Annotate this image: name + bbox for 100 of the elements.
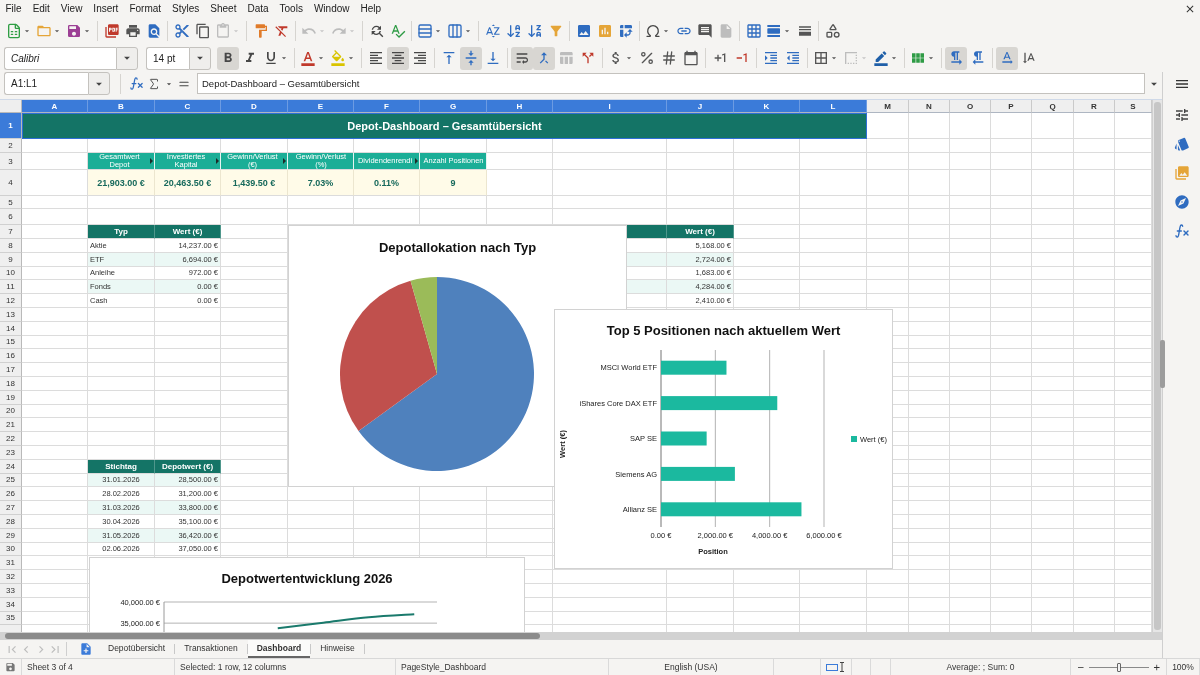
merge-center-button[interactable] [533,46,555,70]
menu-item[interactable]: View [55,1,88,16]
shapes-icon [824,22,841,39]
border-style-icon [843,50,859,66]
function-wizard-icon[interactable] [129,76,144,91]
horizontal-text-button[interactable] [996,46,1018,70]
sort-descending-icon [526,22,543,39]
menu-item[interactable]: Sheet [204,1,242,16]
menu-item[interactable]: File [0,1,28,16]
sheet-tab[interactable]: Dashboard [247,640,311,658]
column-header[interactable]: D [221,100,288,113]
function-icon[interactable] [1173,223,1190,239]
sheet-tab[interactable]: Hinweise [311,640,364,658]
column-header[interactable]: R [1074,100,1115,113]
menu-item[interactable]: Data [241,1,275,16]
align-center-button[interactable] [387,46,409,70]
scrollbar-thumb[interactable] [5,633,540,639]
paragraph-ltr-icon [948,50,964,66]
bar-chart-icon [596,22,613,39]
left-to-right-button[interactable] [945,46,967,70]
sum-icon[interactable] [147,76,161,91]
column-header[interactable]: F [354,100,420,113]
image-icon [575,22,592,39]
bold-button[interactable] [217,46,239,70]
selection-mode-icon[interactable] [826,662,845,672]
column-header[interactable]: Q [1032,100,1074,113]
column-header[interactable]: N [909,100,950,113]
columns-icon [447,22,463,39]
sheet-tab[interactable]: Depotübersicht [99,640,175,658]
align-bottom-icon [485,50,501,66]
speech-bubble-icon [696,22,713,39]
copy-icon [194,22,211,39]
column-header[interactable]: P [991,100,1032,113]
add-sheet-icon[interactable] [79,642,93,656]
kpi-value-cell: 7.03% [288,170,354,196]
legend-swatch-icon [851,436,857,442]
sort-ascending-icon [505,22,522,39]
text-horizontal-icon [999,50,1015,66]
status-text: PageStyle_Dashboard [401,662,487,672]
slider-thumb[interactable] [1116,662,1121,672]
text-vertical-icon [1021,50,1037,66]
stacked-rows-icon [766,22,782,39]
horizontal-scrollbar[interactable] [0,632,1162,640]
pdf-icon [103,22,120,39]
column-header[interactable]: E [288,100,354,113]
font-name-field[interactable]: Calibri [4,46,116,70]
row-header[interactable]: 1 [0,113,22,139]
spreadsheet-file-icon [6,22,22,39]
sliders-icon[interactable] [1173,107,1190,123]
font-size-field[interactable]: 14 pt [146,46,189,70]
bar [661,360,727,375]
status-text: English (USA) [664,662,718,672]
grid-icon [745,22,762,39]
column-header[interactable]: C [155,100,221,113]
sheet-tab[interactable]: Transaktionen [175,640,247,658]
column-header[interactable]: M [867,100,909,113]
styles-icon[interactable] [1173,136,1190,152]
kpi-value-cell: 0.11% [354,170,420,196]
status-text: 100% [1172,662,1194,672]
menu-item[interactable]: Edit [27,1,56,16]
border-all-icon [813,50,829,66]
split-arrows-icon [580,50,596,66]
menu-item[interactable]: Window [308,1,355,16]
compass-icon[interactable] [1173,194,1190,210]
table-header-cell: Wert (€) [155,225,221,239]
wrap-text-button[interactable] [511,46,533,70]
sidebar-handle[interactable] [1160,340,1165,388]
bar [661,431,707,446]
status-text: Sheet 3 of 4 [27,662,73,672]
menu-item[interactable]: Styles [166,1,205,16]
hash-icon [661,50,677,66]
name-box-field[interactable]: A1:L1 [4,72,88,95]
column-header[interactable]: S [1115,100,1152,113]
percent-icon [639,50,655,66]
column-header[interactable]: J [667,100,734,113]
status-text: Average: ; Sum: 0 [946,662,1015,672]
column-header[interactable]: G [420,100,487,113]
kpi-value-cell: 21,903.00 € [88,170,155,196]
align-middle-button[interactable] [460,46,482,70]
wrap-text-icon [514,50,530,66]
align-middle-icon [463,50,479,66]
menu-item[interactable]: Tools [274,1,309,16]
column-header[interactable]: K [734,100,800,113]
formula-input-field[interactable]: Depot-Dashboard – Gesamtübersicht [197,73,1145,94]
kpi-value-cell: 9 [420,170,487,196]
spellcheck-icon [389,22,406,39]
rows-icon [417,22,433,39]
column-header[interactable]: A [22,100,88,113]
column-header[interactable]: B [88,100,155,113]
column-header[interactable]: I [553,100,667,113]
sort-az-icon [484,22,501,39]
menu-item[interactable]: Format [123,1,167,16]
menu-item[interactable]: Help [355,1,387,16]
save-icon[interactable] [5,661,16,673]
menu-item[interactable]: Insert [87,1,124,16]
column-header[interactable]: H [487,100,553,113]
column-header[interactable]: L [800,100,867,113]
omega-icon [645,22,661,39]
align-center-icon [390,50,406,66]
column-header[interactable]: O [950,100,991,113]
